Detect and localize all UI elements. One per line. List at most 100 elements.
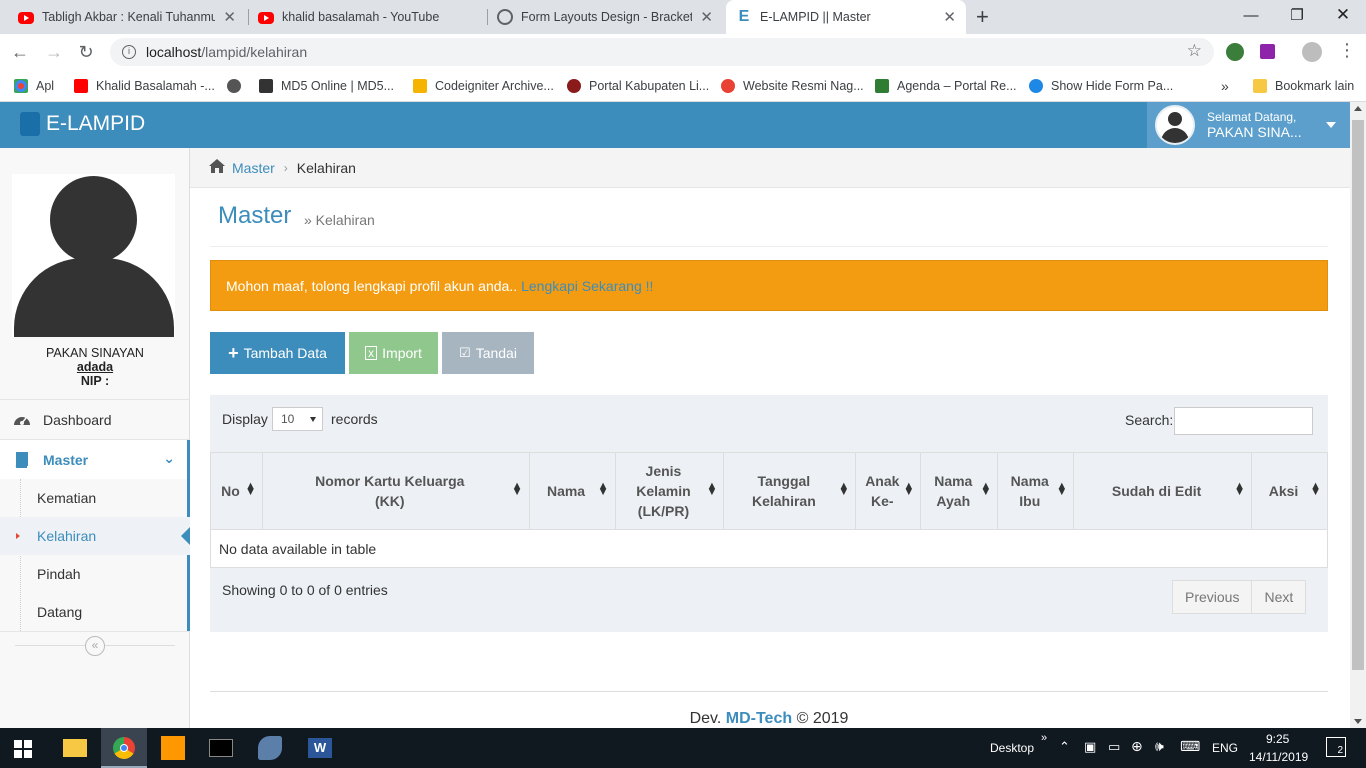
next-page-button[interactable]: Next bbox=[1251, 581, 1306, 613]
sidebar-item-dashboard[interactable]: Dashboard bbox=[0, 400, 190, 439]
reload-icon[interactable]: ↻ bbox=[74, 40, 98, 64]
address-row: ← → ↻ i localhost/lampid/kelahiran ☆ ⋮ bbox=[0, 34, 1366, 70]
bookmark-apps[interactable]: Apl bbox=[14, 76, 54, 96]
notification-center-icon[interactable]: 2 bbox=[1326, 737, 1346, 757]
sidebar-item-master[interactable]: Master ⌄ bbox=[0, 440, 190, 479]
breadcrumb-link-master[interactable]: Master bbox=[232, 160, 275, 176]
globe-icon bbox=[497, 9, 513, 25]
sidebar-nip: NIP : bbox=[80, 374, 110, 388]
bookmark-item[interactable]: Website Resmi Nag... bbox=[721, 76, 864, 96]
windows-start-icon[interactable] bbox=[14, 740, 32, 758]
alert-link[interactable]: Lengkapi Sekarang !! bbox=[521, 278, 653, 294]
url-bar[interactable]: i localhost/lampid/kelahiran ☆ bbox=[110, 38, 1214, 66]
display-label: Display bbox=[222, 411, 268, 427]
extension-globe-icon[interactable] bbox=[1226, 43, 1244, 61]
column-header-anak-ke[interactable]: Anak Ke- ▲ ▼ bbox=[855, 452, 922, 530]
minimize-icon[interactable]: — bbox=[1228, 0, 1274, 30]
browser-tab-2[interactable]: khalid basalamah - YouTube bbox=[248, 0, 486, 34]
column-header-nama-ibu[interactable]: Nama Ibu ▲ ▼ bbox=[997, 452, 1075, 530]
tab-title: Tabligh Akbar : Kenali Tuhanmu, I bbox=[42, 10, 216, 24]
app-brand[interactable]: E-LAMPID bbox=[20, 112, 145, 136]
volume-icon[interactable]: 🕪 bbox=[1155, 738, 1164, 755]
sidebar-subitem-kelahiran[interactable]: Kelahiran bbox=[0, 517, 190, 555]
page-scrollbar[interactable] bbox=[1350, 102, 1366, 728]
browser-tab-3[interactable]: Form Layouts Design - Bracket Re ✕ bbox=[487, 0, 723, 34]
maximize-icon[interactable]: ❐ bbox=[1274, 0, 1320, 30]
new-tab-button[interactable]: + bbox=[976, 4, 989, 30]
scroll-down-icon[interactable] bbox=[1354, 719, 1362, 724]
dolphin-icon[interactable] bbox=[258, 736, 282, 760]
bookmark-item[interactable]: Khalid Basalamah -... bbox=[74, 76, 215, 96]
star-icon[interactable]: ☆ bbox=[1187, 41, 1202, 61]
column-header-nama[interactable]: Nama ▲ ▼ bbox=[528, 452, 616, 530]
window-close-icon[interactable]: ✕ bbox=[1320, 0, 1366, 30]
user-menu[interactable]: Selamat Datang, PAKAN SINA... bbox=[1147, 102, 1350, 148]
search-input[interactable] bbox=[1174, 407, 1313, 435]
column-header-kk[interactable]: Nomor Kartu Keluarga (KK) ▲ ▼ bbox=[261, 452, 530, 530]
close-icon[interactable]: ✕ bbox=[223, 8, 236, 26]
sidebar-user-sub[interactable]: adada bbox=[0, 360, 190, 374]
sidebar: PAKAN SINAYAN adada NIP : Dashboard Mast… bbox=[0, 148, 190, 728]
battery-icon[interactable]: ▭ bbox=[1108, 739, 1120, 755]
chrome-taskbar-button[interactable] bbox=[101, 728, 147, 768]
info-icon[interactable]: i bbox=[122, 45, 136, 59]
forward-icon[interactable]: → bbox=[42, 40, 66, 64]
sublime-text-icon[interactable] bbox=[161, 736, 185, 760]
bookmark-item[interactable] bbox=[227, 76, 249, 96]
column-header-no[interactable]: No ▲ ▼ bbox=[210, 452, 263, 530]
bookmark-item[interactable]: Agenda – Portal Re... bbox=[875, 76, 1017, 96]
chevron-up-icon[interactable]: ⌃ bbox=[1059, 739, 1070, 755]
globe-network-icon[interactable]: ⊕ bbox=[1131, 738, 1143, 755]
sidebar-subitem-datang[interactable]: Datang bbox=[0, 593, 190, 631]
bookmarks-more-icon[interactable]: » bbox=[1221, 76, 1229, 96]
column-header-aksi[interactable]: Aksi ▲ ▼ bbox=[1250, 452, 1329, 530]
column-header-tanggal-kelahiran[interactable]: Tanggal Kelahiran ▲ ▼ bbox=[723, 452, 857, 530]
keyboard-icon[interactable]: ⌨ bbox=[1180, 738, 1200, 755]
language-indicator[interactable]: ENG bbox=[1212, 741, 1238, 755]
url-host: localhost bbox=[146, 44, 202, 60]
sidebar-collapse-button[interactable]: « bbox=[85, 636, 105, 656]
browser-tab-4-active[interactable]: E E-LAMPID || Master ✕ bbox=[726, 0, 966, 34]
import-button[interactable]: x Import bbox=[349, 332, 438, 374]
desktop-toolbar-label[interactable]: Desktop bbox=[990, 741, 1034, 755]
back-icon[interactable]: ← bbox=[8, 40, 32, 64]
elampid-icon: E bbox=[738, 8, 750, 25]
bookmark-other[interactable]: Bookmark lain bbox=[1253, 76, 1354, 96]
column-header-jenis-kelamin[interactable]: Jenis Kelamin (LK/PR) ▲ ▼ bbox=[614, 452, 725, 530]
sidebar-item-label: Dashboard bbox=[43, 411, 112, 428]
bookmark-item[interactable]: MD5 Online | MD5... bbox=[259, 76, 394, 96]
home-icon[interactable] bbox=[208, 158, 226, 177]
sidebar-subitem-pindah[interactable]: Pindah bbox=[0, 555, 190, 593]
column-header-nama-ayah[interactable]: Nama Ayah ▲ ▼ bbox=[920, 452, 999, 530]
alert-text: Mohon maaf, tolong lengkapi profil akun … bbox=[226, 277, 518, 294]
word-icon[interactable]: W bbox=[308, 738, 332, 758]
close-icon[interactable]: ✕ bbox=[943, 8, 956, 26]
browser-tab-1[interactable]: Tabligh Akbar : Kenali Tuhanmu, I ✕ bbox=[8, 0, 246, 34]
clock-time[interactable]: 9:25 bbox=[1266, 732, 1289, 746]
footer-brand-link[interactable]: MD-Tech bbox=[726, 710, 792, 727]
close-icon[interactable]: ✕ bbox=[700, 8, 713, 26]
scrollbar-thumb[interactable] bbox=[1352, 120, 1364, 670]
tandai-button[interactable]: ☑ Tandai bbox=[442, 332, 534, 374]
add-data-button[interactable]: + Tambah Data bbox=[210, 332, 345, 374]
extension-icon[interactable] bbox=[1260, 44, 1275, 59]
sidebar-user-name: PAKAN SINAYAN bbox=[46, 346, 144, 360]
clock-date[interactable]: 14/11/2019 bbox=[1249, 750, 1308, 764]
bookmark-item[interactable]: Portal Kabupaten Li... bbox=[567, 76, 709, 96]
previous-page-button[interactable]: Previous bbox=[1173, 581, 1252, 613]
bookmark-item[interactable]: Show Hide Form Pa... bbox=[1029, 76, 1173, 96]
page-length-select[interactable]: 10 bbox=[272, 407, 323, 431]
profile-icon[interactable] bbox=[1302, 42, 1322, 62]
network-icon[interactable]: ▣ bbox=[1084, 739, 1096, 755]
sidebar-subitem-kematian[interactable]: Kematian bbox=[0, 479, 190, 517]
toolbar-expand-icon[interactable]: » bbox=[1041, 732, 1047, 744]
menu-kebab-icon[interactable]: ⋮ bbox=[1338, 40, 1356, 61]
records-label: records bbox=[331, 411, 378, 427]
button-label: Tambah Data bbox=[243, 345, 327, 361]
column-header-sudah-di-edit[interactable]: Sudah di Edit ▲ ▼ bbox=[1073, 452, 1252, 530]
terminal-icon[interactable] bbox=[209, 739, 233, 757]
file-explorer-icon[interactable] bbox=[63, 739, 87, 757]
notification-count: 2 bbox=[1337, 745, 1343, 756]
bookmark-item[interactable]: Codeigniter Archive... bbox=[413, 76, 554, 96]
scroll-up-icon[interactable] bbox=[1354, 106, 1362, 111]
